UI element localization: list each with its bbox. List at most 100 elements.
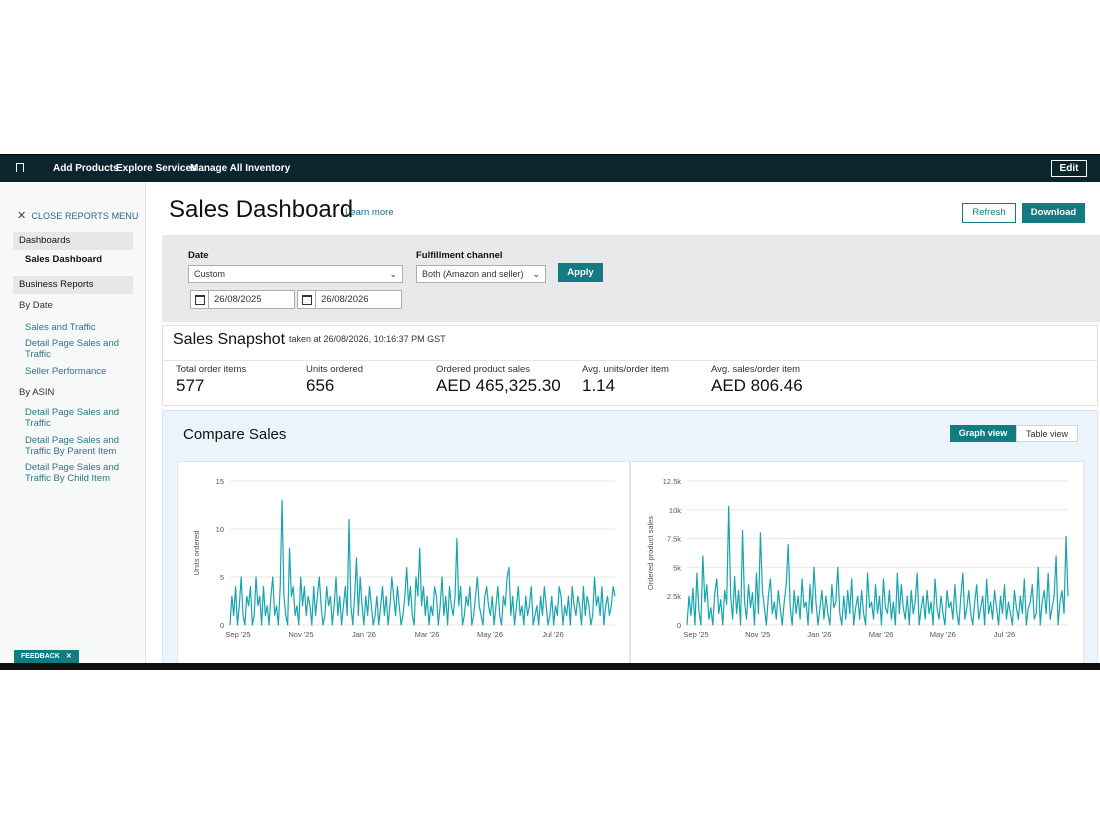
metric-units-ordered: Units ordered 656 [306, 364, 363, 396]
y-tick-label: 0 [220, 621, 224, 630]
metric-value: 577 [176, 376, 205, 395]
metric-label: Ordered product sales [436, 364, 530, 375]
metric-avg-units-order-item: Avg. units/order item 1.14 [582, 364, 669, 396]
metric-avg-sales-order-item: Avg. sales/order item AED 806.46 [711, 364, 803, 396]
x-tick-label: Sep '25 [683, 630, 708, 639]
nav-manage-inventory[interactable]: Manage All Inventory [190, 155, 290, 183]
metric-value: 656 [306, 376, 335, 395]
y-axis-label: Ordered product sales [646, 516, 655, 590]
metric-total-order-items: Total order items 577 [176, 364, 246, 396]
units-ordered-chart-svg: 0 5 10 15 Sep '25 Nov '25 Jan '26 Mar '26 May '2… [192, 477, 616, 639]
dashboards-header: Dashboards [13, 232, 133, 250]
y-tick-label: 15 [216, 477, 224, 486]
business-reports-header: Business Reports [13, 276, 133, 294]
compare-sales-title: Compare Sales [183, 426, 287, 443]
metric-label: Units ordered [306, 364, 364, 375]
sidebar-item-asin-parent[interactable]: Detail Page Sales and Traffic By Parent … [25, 435, 125, 457]
bottom-bar [0, 663, 1100, 670]
end-date-input[interactable]: 26/08/2026 [297, 290, 402, 309]
snapshot-title: Sales Snapshot [173, 331, 286, 348]
top-nav-bar: Add Products Explore Services Manage All… [0, 154, 1100, 182]
metric-value: AED 465,325.30 [436, 376, 561, 395]
x-tick-label: May '26 [930, 630, 956, 639]
calendar-icon [191, 291, 209, 308]
bookmark-icon[interactable] [14, 162, 26, 175]
chevron-down-icon: ⌄ [389, 269, 397, 279]
by-date-label: By Date [19, 300, 53, 311]
close-reports-menu[interactable]: ✕ CLOSE REPORTS MENU [17, 209, 138, 222]
metric-label: Total order items [176, 364, 247, 375]
x-tick-label: May '26 [477, 630, 503, 639]
sidebar-item-asin-child[interactable]: Detail Page Sales and Traffic By Child I… [25, 462, 125, 484]
series-line [686, 505, 1069, 626]
compare-sales-panel: Compare Sales Graph view Table view 0 5 10… [162, 410, 1098, 670]
filter-panel: Date Custom ⌄ 26/08/2025 26/08/2026 Fulf… [162, 235, 1100, 322]
date-label: Date [188, 250, 209, 261]
date-range-value: Custom [194, 269, 226, 279]
chevron-down-icon: ⌄ [532, 269, 540, 279]
x-tick-label: Jul '26 [542, 630, 563, 639]
ordered-sales-chart-svg: 0 2.5k 5k 7.5k 10k 12.5k Sep '25 Nov '25 Jan '26… [646, 477, 1069, 639]
metric-label: Avg. units/order item [582, 364, 669, 375]
close-reports-label: CLOSE REPORTS MENU [31, 211, 139, 221]
units-ordered-chart: 0 5 10 15 Sep '25 Nov '25 Jan '26 Mar '26 May '2… [177, 461, 630, 670]
page-title: Sales Dashboard [169, 196, 354, 223]
ordered-sales-chart: 0 2.5k 5k 7.5k 10k 12.5k Sep '25 Nov '25 Jan '26… [630, 461, 1084, 670]
refresh-button[interactable]: Refresh [962, 203, 1016, 223]
x-tick-label: Nov '25 [288, 630, 313, 639]
end-date-value: 26/08/2026 [321, 294, 369, 305]
x-tick-label: Jul '26 [994, 630, 1015, 639]
nav-explore-services[interactable]: Explore Services [116, 155, 197, 183]
fulfillment-channel-label: Fulfillment channel [416, 250, 503, 261]
y-tick-label: 0 [677, 621, 681, 630]
y-tick-label: 2.5k [667, 592, 681, 601]
sidebar-item-sales-traffic[interactable]: Sales and Traffic [25, 322, 125, 334]
x-tick-label: Mar '26 [415, 630, 440, 639]
y-tick-label: 10 [216, 525, 224, 534]
table-view-tab[interactable]: Table view [1016, 425, 1078, 442]
nav-add-products[interactable]: Add Products [53, 155, 119, 183]
sidebar-item-asin-detail-page[interactable]: Detail Page Sales and Traffic [25, 407, 125, 429]
main-content: Sales Dashboard Learn more Refresh Downl… [146, 182, 1100, 670]
series-line [229, 499, 616, 626]
calendar-icon [298, 291, 316, 308]
fulfillment-channel-value: Both (Amazon and seller) [422, 269, 524, 279]
divider [163, 360, 1097, 361]
sidebar-item-sales-dashboard[interactable]: Sales Dashboard [25, 254, 125, 266]
by-asin-label: By ASIN [19, 387, 55, 398]
x-tick-label: Jan '26 [352, 630, 376, 639]
graph-view-tab[interactable]: Graph view [950, 425, 1016, 442]
learn-more-link[interactable]: Learn more [345, 207, 394, 218]
fulfillment-channel-select[interactable]: Both (Amazon and seller) ⌄ [416, 265, 546, 283]
y-tick-label: 12.5k [663, 477, 682, 486]
sidebar-item-seller-performance[interactable]: Seller Performance [25, 366, 125, 378]
x-tick-label: Nov '25 [745, 630, 770, 639]
metric-label: Avg. sales/order item [711, 364, 801, 375]
sidebar-item-detail-page-sales[interactable]: Detail Page Sales and Traffic [25, 338, 125, 360]
metric-ordered-product-sales: Ordered product sales AED 465,325.30 [436, 364, 561, 396]
edit-button[interactable]: Edit [1051, 160, 1087, 177]
apply-button[interactable]: Apply [558, 263, 603, 282]
close-icon: ✕ [17, 210, 27, 222]
sales-snapshot: Sales Snapshot taken at 26/08/2026, 10:1… [162, 325, 1098, 406]
x-tick-label: Sep '25 [225, 630, 250, 639]
y-tick-label: 7.5k [667, 535, 681, 544]
feedback-button[interactable]: FEEDBACK ✕ [14, 650, 79, 664]
metric-value: 1.14 [582, 376, 616, 395]
y-tick-label: 5 [220, 573, 224, 582]
feedback-label: FEEDBACK [21, 653, 60, 660]
download-button[interactable]: Download [1022, 203, 1085, 223]
start-date-input[interactable]: 26/08/2025 [190, 290, 295, 309]
snapshot-timestamp: taken at 26/08/2026, 10:16:37 PM GST [289, 334, 446, 344]
seller-central-app: Add Products Explore Services Manage All… [0, 154, 1100, 670]
date-range-select[interactable]: Custom ⌄ [188, 265, 403, 283]
x-tick-label: Jan '26 [807, 630, 831, 639]
y-tick-label: 10k [669, 506, 681, 515]
reports-sidebar: ✕ CLOSE REPORTS MENU Dashboards Sales Das… [0, 182, 146, 670]
x-tick-label: Mar '26 [869, 630, 894, 639]
start-date-value: 26/08/2025 [214, 294, 262, 305]
y-axis-label: Units ordered [192, 530, 201, 575]
metric-value: AED 806.46 [711, 376, 803, 395]
y-tick-label: 5k [673, 563, 681, 572]
close-icon[interactable]: ✕ [66, 653, 72, 660]
